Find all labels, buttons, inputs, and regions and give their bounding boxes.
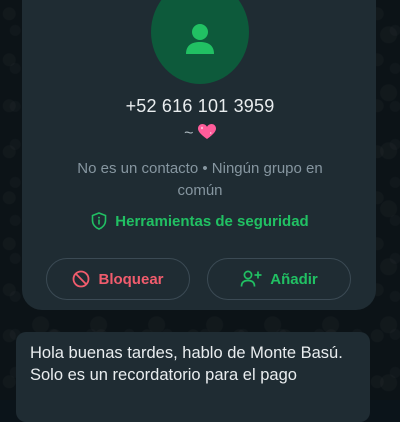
- security-tools-link[interactable]: Herramientas de seguridad: [0, 212, 400, 230]
- incoming-message-bubble[interactable]: Hola buenas tardes, hablo de Monte Basú.…: [16, 332, 370, 422]
- add-person-icon: [240, 270, 262, 287]
- about-prefix: ~: [184, 125, 194, 142]
- block-icon: [73, 270, 90, 288]
- block-button[interactable]: Bloquear: [46, 258, 190, 300]
- contact-status: No es un contacto • Ningún grupo en comú…: [77, 160, 323, 199]
- sparkling-heart-icon: [197, 124, 216, 139]
- person-icon: [186, 24, 214, 54]
- phone-number: +52 616 101 3959: [125, 96, 275, 116]
- shield-icon: [91, 212, 107, 230]
- contact-about: ~: [0, 124, 400, 143]
- block-button-label: Bloquear: [98, 270, 164, 288]
- security-tools-label: Herramientas de seguridad: [115, 212, 309, 230]
- message-line: Solo es un recordatorio para el pago: [30, 366, 297, 384]
- message-line: Hola buenas tardes, hablo de Monte Basú.: [30, 344, 343, 362]
- add-contact-label: Añadir: [270, 270, 318, 288]
- add-contact-button[interactable]: Añadir: [207, 258, 351, 300]
